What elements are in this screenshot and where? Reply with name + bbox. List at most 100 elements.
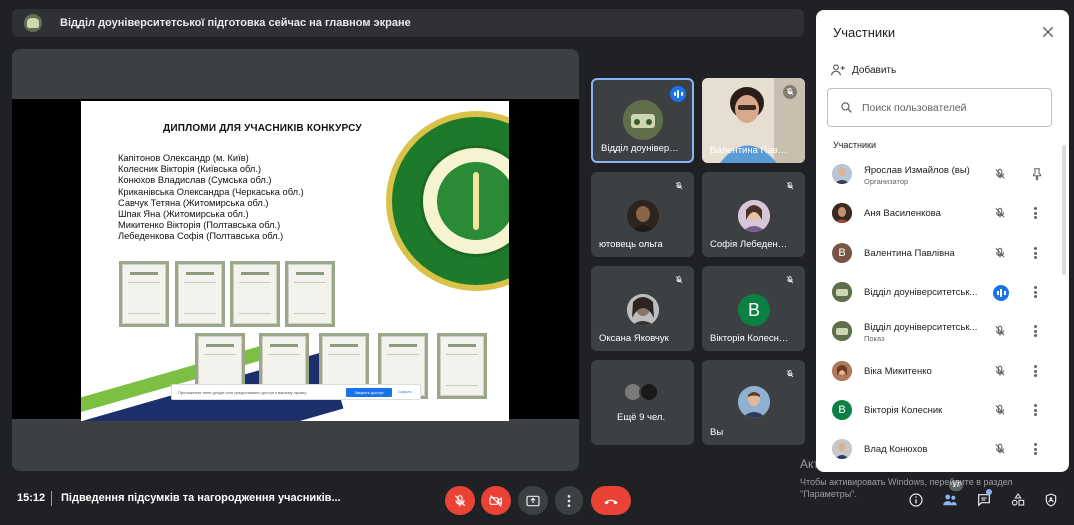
participant-status: Показ xyxy=(864,334,885,343)
participant-name: Віка Микитенко xyxy=(864,366,932,377)
stop-sharing-button[interactable]: Закрыть доступ xyxy=(346,388,392,397)
panel-title: Участники xyxy=(833,25,896,40)
participant-name: Вы xyxy=(710,427,724,438)
pin-icon[interactable] xyxy=(1030,167,1044,181)
more-options-icon[interactable] xyxy=(1032,403,1038,417)
participant-avatar xyxy=(639,382,659,402)
participant-row[interactable]: Відділ доуніверситетськ... Показ xyxy=(816,314,1069,350)
hide-notice-link[interactable]: Скрыть xyxy=(398,389,412,394)
participant-name: Оксана Яковчук xyxy=(599,333,669,344)
mic-off-icon xyxy=(995,207,1005,218)
more-options-icon[interactable] xyxy=(1032,442,1038,456)
participant-initial-avatar: В xyxy=(832,400,852,420)
participant-avatar xyxy=(627,200,659,232)
participant-avatar xyxy=(832,439,852,459)
participant-avatar xyxy=(832,203,852,223)
mic-off-icon xyxy=(995,404,1005,415)
presentation-stage[interactable]: ДИПЛОМИ ДЛЯ УЧАСНИКІВ КОНКУРСУ Капітонов… xyxy=(12,49,579,471)
participant-row[interactable]: В Валентина Павлівна xyxy=(816,236,1069,272)
more-participants-label: Ещё 9 чел. xyxy=(617,412,666,423)
mic-off-icon xyxy=(995,247,1005,258)
more-options-icon[interactable] xyxy=(1032,324,1038,338)
participant-name: Аня Василенкова xyxy=(864,208,941,219)
slide-name: Шпак Яна (Житомирська обл.) xyxy=(118,209,249,220)
participant-row[interactable]: Ярослав Измайлов (вы) Организатор xyxy=(816,157,1069,193)
more-options-icon[interactable] xyxy=(1032,246,1038,260)
mic-off-icon xyxy=(454,494,466,506)
mic-off-icon xyxy=(995,443,1005,454)
add-people-label: Добавить xyxy=(852,64,897,76)
search-icon xyxy=(841,102,852,113)
participant-name: Валентина Павлівна xyxy=(864,248,955,259)
participant-role: Организатор xyxy=(864,177,909,186)
participant-avatar xyxy=(832,321,852,341)
hang-up-icon xyxy=(604,499,618,504)
diploma-image xyxy=(119,261,169,327)
participant-name: Вікторія Колесн… xyxy=(710,333,789,344)
mic-off-icon xyxy=(995,325,1005,336)
participant-name: ютовець ольга xyxy=(599,239,663,250)
diploma-image xyxy=(175,261,225,327)
present-now-button[interactable] xyxy=(518,486,548,515)
participant-row[interactable]: Відділ доуніверситетськ... xyxy=(816,275,1069,311)
more-participants-tile[interactable]: Ещё 9 чел. xyxy=(591,360,694,445)
mic-off-icon xyxy=(675,182,683,190)
slide-name: Криканівська Олександра (Черкаська обл.) xyxy=(118,186,304,197)
slide-name: Савчук Тетяна (Житомирська обл.) xyxy=(118,197,269,208)
self-tile[interactable]: Вы xyxy=(702,360,805,445)
leave-call-button[interactable] xyxy=(591,486,631,515)
more-options-icon[interactable] xyxy=(1032,285,1038,299)
present-screen-icon xyxy=(526,495,540,506)
slide-name: Лебеденкова Софія (Полтавська обл.) xyxy=(118,231,284,242)
presenter-avatar xyxy=(24,14,42,32)
speaking-indicator-icon xyxy=(993,285,1009,301)
slide-name: Конюхов Владислав (Сумська обл.) xyxy=(118,175,272,186)
participant-name: Вікторія Колесник xyxy=(864,405,943,416)
participant-tile[interactable]: Софія Лебеден… xyxy=(702,172,805,257)
mic-off-icon xyxy=(995,168,1005,179)
mic-off-icon xyxy=(675,276,683,284)
mic-off-icon xyxy=(786,370,794,378)
participant-tile[interactable]: ютовець ольга xyxy=(591,172,694,257)
mic-off-icon xyxy=(786,182,794,190)
presentation-slide: ДИПЛОМИ ДЛЯ УЧАСНИКІВ КОНКУРСУ Капітонов… xyxy=(81,101,509,421)
more-options-icon[interactable] xyxy=(1032,206,1038,220)
section-label: Участники xyxy=(833,140,876,150)
participant-tile[interactable]: Відділ доунівер… xyxy=(591,78,694,163)
participant-avatar xyxy=(623,100,663,140)
clock-time: 15:12 xyxy=(17,492,46,504)
speaking-indicator-icon xyxy=(670,86,686,102)
participant-initial-avatar: В xyxy=(832,243,852,263)
close-icon[interactable] xyxy=(1040,24,1056,40)
participant-row[interactable]: Аня Василенкова xyxy=(816,196,1069,232)
search-input[interactable] xyxy=(862,101,1032,114)
slide-name: Колесник Вікторія (Київська обл.) xyxy=(118,164,262,175)
slide-name: Капітонов Олександр (м. Київ) xyxy=(118,153,249,163)
screen-share-notice-text: Приложение meet.google.com предоставило … xyxy=(178,389,307,395)
diploma-image xyxy=(437,333,487,399)
participant-row[interactable]: В Вікторія Колесник xyxy=(816,393,1069,429)
participant-avatar xyxy=(832,361,852,381)
presenting-banner: Відділ доуніверситетської підготовка сей… xyxy=(12,9,804,37)
participant-tile[interactable]: Оксана Яковчук xyxy=(591,266,694,351)
add-people-button[interactable]: Добавить xyxy=(830,62,896,78)
participant-name: Софія Лебеден… xyxy=(710,239,788,250)
camera-off-icon xyxy=(489,494,502,507)
participant-row[interactable]: Віка Микитенко xyxy=(816,354,1069,390)
more-options-icon[interactable] xyxy=(1032,364,1038,378)
more-vert-icon xyxy=(567,494,571,507)
slide-name: Микитенко Вікторія (Полтавська обл.) xyxy=(118,220,281,231)
more-options-button[interactable] xyxy=(555,486,583,515)
participant-initial-avatar: В xyxy=(738,294,770,326)
participant-search[interactable] xyxy=(827,88,1052,127)
mic-off-icon xyxy=(786,276,794,284)
windows-activation-text: Чтобы активировать Windows, перейдите в … xyxy=(800,477,1013,499)
participant-name: Відділ доуніверситетськ... xyxy=(864,322,978,333)
participant-tile[interactable]: В Вікторія Колесн… xyxy=(702,266,805,351)
screen-share-notice: Приложение meet.google.com предоставило … xyxy=(171,384,421,400)
camera-toggle-button[interactable] xyxy=(481,486,511,515)
meeting-title: Підведення підсумків та нагородження уча… xyxy=(61,492,341,504)
mic-toggle-button[interactable] xyxy=(445,486,475,515)
participant-tile[interactable]: Валентина Пав… xyxy=(702,78,805,163)
mic-off-icon xyxy=(995,365,1005,376)
